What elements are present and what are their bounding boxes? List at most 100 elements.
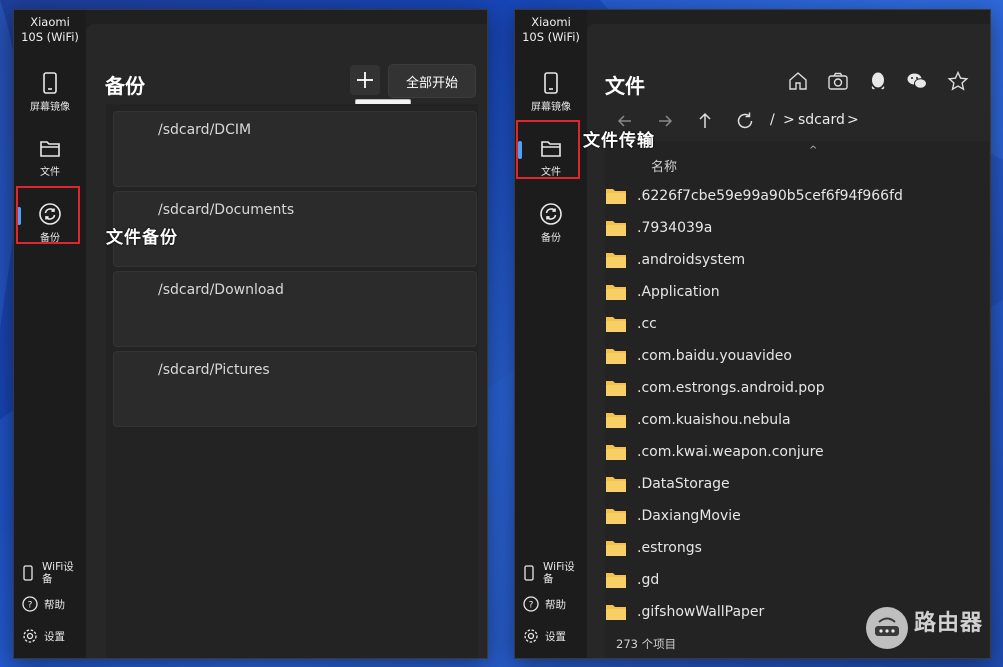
annotation-file-backup: 文件备份 [106, 228, 178, 248]
nav-item-settings[interactable]: 设置 [22, 625, 65, 647]
folder-icon [606, 285, 626, 300]
svg-text:?: ? [529, 601, 534, 611]
help-icon: ? [22, 596, 38, 612]
backup-card[interactable]: /sdcard/DCIM [113, 111, 477, 187]
folder-icon [606, 445, 626, 460]
files-window: Xiaomi 10S (WiFi) 屏幕镜像 文件 备份 WiFi设备 ? 帮助… [514, 9, 991, 659]
file-name: .6226f7cbe59e99a90b5cef6f94f966fd [637, 188, 903, 204]
file-row[interactable]: .7934039a [605, 214, 712, 242]
nav-item-label: 屏幕镜像 [30, 102, 70, 113]
folder-icon [40, 141, 60, 157]
backup-window: Xiaomi 10S (WiFi) 屏幕镜像 文件 备份 WiFi设备 ? 帮助… [13, 9, 488, 659]
backup-path: /sdcard/Pictures [158, 362, 270, 378]
phone-icon [43, 72, 57, 94]
sync-icon [540, 203, 562, 225]
breadcrumb-root[interactable]: / [770, 112, 775, 128]
nav-item-wifi-device[interactable]: WiFi设备 [22, 561, 76, 585]
backup-path: /sdcard/Documents [158, 202, 295, 218]
file-row[interactable]: .6226f7cbe59e99a90b5cef6f94f966fd [605, 182, 903, 210]
page-title: 备份 [105, 74, 145, 98]
file-row[interactable]: .DataStorage [605, 470, 730, 498]
home-icon[interactable] [787, 70, 809, 92]
breadcrumb-sdcard[interactable]: sdcard [798, 112, 845, 128]
file-row[interactable]: .gifshowWallPaper [605, 598, 764, 626]
folder-icon [606, 317, 626, 332]
phone-wifi-icon [524, 565, 534, 581]
nav-item-label: 文件 [40, 167, 60, 178]
file-row[interactable]: .androidsystem [605, 246, 745, 274]
folder-icon [606, 253, 626, 268]
folder-icon [606, 413, 626, 428]
camera-icon[interactable] [827, 70, 849, 92]
qq-icon[interactable] [867, 70, 889, 92]
file-name: .cc [637, 316, 657, 332]
gear-icon [524, 629, 538, 643]
phone-wifi-icon [23, 565, 33, 581]
file-row[interactable]: .com.estrongs.android.pop [605, 374, 825, 402]
nav-item-wifi-device[interactable]: WiFi设备 [523, 561, 577, 585]
backup-path: /sdcard/DCIM [158, 122, 252, 138]
file-name: .Application [637, 284, 720, 300]
up-arrow-icon[interactable] [694, 110, 716, 132]
refresh-icon[interactable] [734, 110, 756, 132]
nav-item-help[interactable]: ? 帮助 [523, 593, 566, 615]
backup-card[interactable]: /sdcard/Download [113, 271, 477, 347]
folder-icon [606, 189, 626, 204]
folder-icon [606, 509, 626, 524]
file-name: .com.kwai.weapon.conjure [637, 444, 824, 460]
item-count-status: 273 个项目 [616, 637, 677, 651]
watermark: 路由器 [862, 603, 1003, 653]
file-row[interactable]: .estrongs [605, 534, 702, 562]
nav-item-files[interactable]: 文件 [18, 130, 82, 186]
nav-item-label: 帮助 [545, 598, 566, 611]
folder-icon [606, 477, 626, 492]
backup-card[interactable]: /sdcard/Pictures [113, 351, 477, 427]
add-rule-button[interactable] [350, 65, 380, 95]
folder-icon [606, 349, 626, 364]
selected-indicator [17, 207, 21, 225]
nav-item-backup[interactable]: 备份 [519, 196, 583, 252]
start-all-button[interactable]: 全部开始 [388, 64, 476, 98]
nav-item-screen-mirror[interactable]: 屏幕镜像 [18, 65, 82, 121]
star-icon[interactable] [947, 70, 969, 92]
nav-item-screen-mirror[interactable]: 屏幕镜像 [519, 65, 583, 121]
file-name: .gd [637, 572, 660, 588]
wechat-icon[interactable] [906, 70, 928, 92]
sync-icon [39, 203, 61, 225]
folder-icon [606, 381, 626, 396]
sort-arrow-icon: ^ [809, 145, 818, 156]
folder-icon [606, 541, 626, 556]
phone-icon [544, 72, 558, 94]
folder-icon [606, 605, 626, 620]
nav-item-settings[interactable]: 设置 [523, 625, 566, 647]
column-header-name[interactable]: 名称 [651, 156, 677, 175]
nav-item-help[interactable]: ? 帮助 [22, 593, 65, 615]
file-row[interactable]: .Application [605, 278, 720, 306]
file-name: .DaxiangMovie [637, 508, 741, 524]
file-row[interactable]: .gd [605, 566, 659, 594]
file-name: .com.kuaishou.nebula [637, 412, 791, 428]
backup-list: /sdcard/DCIM /sdcard/Documents /sdcard/D… [106, 104, 478, 658]
file-name: .estrongs [637, 540, 702, 556]
backup-path: /sdcard/Download [158, 282, 284, 298]
forward-arrow-icon[interactable] [654, 110, 676, 132]
nav-item-label: WiFi设备 [543, 561, 575, 585]
file-row[interactable]: .com.baidu.youavideo [605, 342, 792, 370]
breadcrumb-separator: > [847, 112, 859, 128]
backup-content: 备份 全部开始 添加规则 /sdcard/DCIM /sdcard/Docume… [86, 24, 487, 658]
plus-icon [357, 72, 373, 88]
device-name: Xiaomi 10S (WiFi) [522, 15, 580, 44]
folder-icon [606, 221, 626, 236]
router-logo-icon [866, 607, 908, 649]
nav-item-label: 备份 [541, 233, 561, 244]
nav-item-label: 文件 [541, 167, 561, 178]
nav-item-label: 屏幕镜像 [531, 102, 571, 113]
file-name: .7934039a [637, 220, 713, 236]
file-row[interactable]: .DaxiangMovie [605, 502, 741, 530]
nav-item-label: 备份 [40, 233, 60, 244]
file-row[interactable]: .com.kwai.weapon.conjure [605, 438, 824, 466]
nav-item-backup[interactable]: 备份 [18, 196, 82, 252]
nav-item-files[interactable]: 文件 [519, 130, 583, 186]
file-row[interactable]: .cc [605, 310, 657, 338]
file-row[interactable]: .com.kuaishou.nebula [605, 406, 791, 434]
